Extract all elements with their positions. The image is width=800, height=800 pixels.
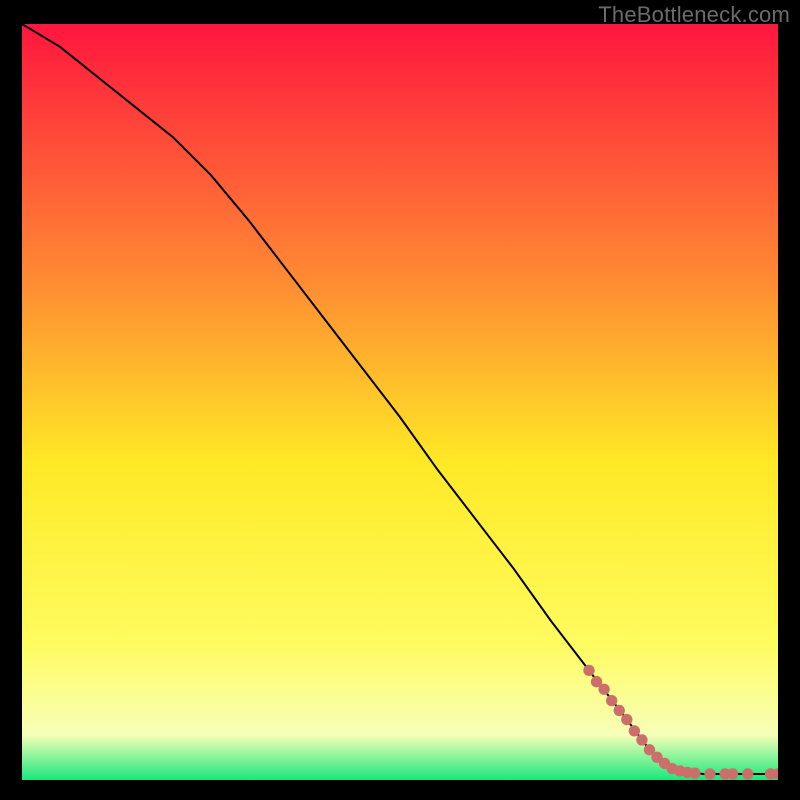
marker-dot — [598, 684, 609, 695]
marker-dot — [704, 768, 715, 779]
marker-dot — [727, 768, 738, 779]
gradient-background — [22, 24, 778, 780]
marker-dot — [583, 665, 594, 676]
marker-dot — [689, 768, 700, 779]
marker-dot — [614, 705, 625, 716]
watermark-text: TheBottleneck.com — [598, 2, 790, 28]
marker-dot — [742, 768, 753, 779]
marker-dot — [621, 714, 632, 725]
chart-frame: { "watermark": "TheBottleneck.com", "col… — [0, 0, 800, 800]
bottleneck-chart — [22, 24, 778, 780]
marker-dot — [606, 695, 617, 706]
marker-dot — [636, 734, 647, 745]
marker-dot — [629, 725, 640, 736]
